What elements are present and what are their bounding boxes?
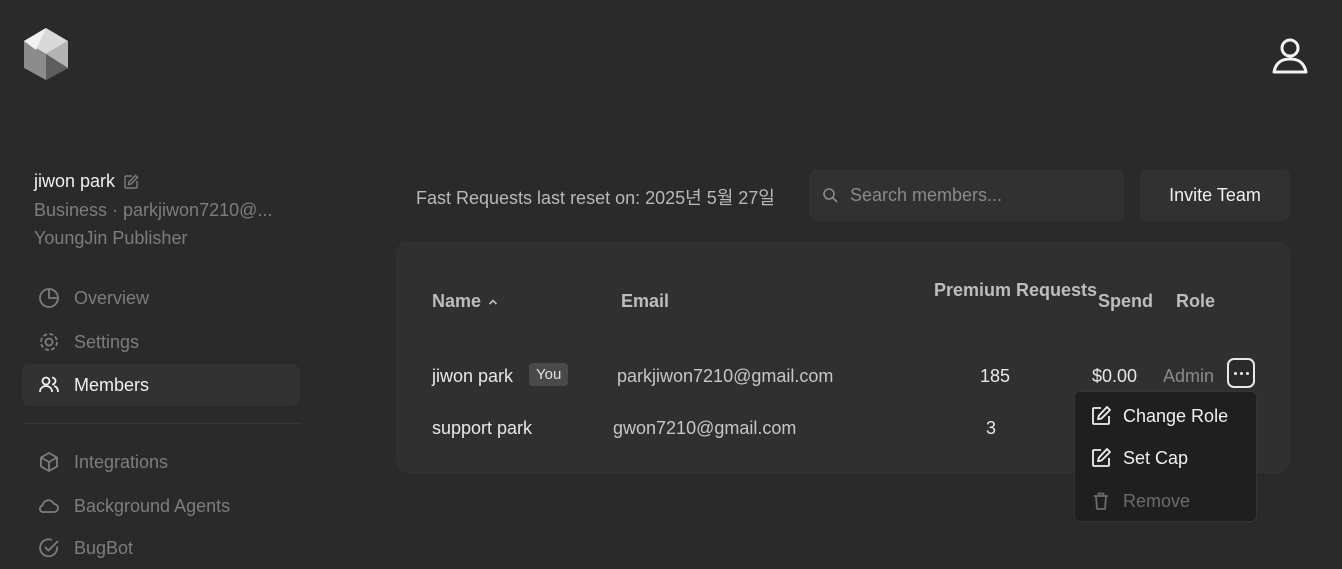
member-email: parkjiwon7210@gmail.com [617,366,834,386]
sidebar-item-bugbot[interactable]: BugBot [22,527,300,569]
sidebar-item-label: BugBot [74,537,134,558]
member-email: gwon7210@gmail.com [613,418,797,438]
sidebar-item-overview[interactable]: Overview [22,277,300,319]
sidebar-item-label: Settings [74,331,140,352]
dot [1233,371,1237,375]
gear-icon [38,331,60,353]
reset-info-text: Fast Requests last reset on: 2025년 5월 27… [416,188,775,208]
check-circle-icon [38,537,60,559]
member-name: jiwon park [432,366,514,386]
chevron-up-icon [488,298,498,305]
column-header-role[interactable]: Role [1176,291,1215,312]
edit-icon[interactable] [123,174,139,190]
cube-logo [24,28,68,80]
search-input[interactable] [848,183,1112,207]
member-spend: $0.00 [1092,366,1138,386]
member-premium-requests: 185 [980,366,1011,386]
sidebar-item-members[interactable]: Members [22,364,300,406]
member-name: support park [432,418,533,438]
menu-item-label: Remove [1123,490,1191,511]
column-header-spend[interactable]: Spend [1098,291,1153,312]
sidebar-divider [22,423,300,424]
profile-plan: Business · parkjiwon7210@... [34,200,273,220]
dot [1239,371,1243,375]
menu-item-label: Set Cap [1123,447,1189,468]
sidebar-item-label: Background Agents [74,495,231,516]
edit-icon [1092,406,1111,425]
invite-team-button[interactable]: Invite Team [1140,169,1290,221]
sidebar-item-label: Members [74,374,150,395]
cloud-icon [38,495,60,517]
profile-name-row: jiwon park [34,171,139,192]
sidebar-item-integrations[interactable]: Integrations [22,441,300,483]
pie-chart-icon [38,287,60,309]
column-header-name-label: Name [432,291,482,311]
users-icon [38,374,60,396]
menu-item-set-cap[interactable]: Set Cap [1075,438,1256,478]
column-header-email[interactable]: Email [621,291,669,312]
sidebar-item-label: Integrations [74,451,169,472]
sidebar-item-background-agents[interactable]: Background Agents [22,485,300,527]
you-badge: You [529,363,569,386]
member-actions-menu: Change Role Set Cap Remove [1074,391,1257,522]
trash-icon [1094,492,1108,510]
menu-item-change-role[interactable]: Change Role [1075,396,1256,436]
box-icon [38,451,60,473]
member-premium-requests: 3 [986,418,997,438]
column-header-name[interactable]: Name [432,291,499,312]
sidebar-item-label: Overview [74,287,150,308]
member-role: Admin [1163,366,1215,386]
column-header-premium-requests[interactable]: Premium Requests [934,277,1097,303]
menu-item-remove: Remove [1075,481,1256,521]
sidebar-item-settings[interactable]: Settings [22,321,300,363]
user-icon[interactable] [1268,34,1312,78]
profile-name: jiwon park [34,171,116,191]
search-box[interactable] [809,169,1124,221]
dot [1245,371,1249,375]
edit-icon [1092,448,1111,467]
profile-org: YoungJin Publisher [34,228,188,248]
search-icon [823,188,838,203]
menu-item-label: Change Role [1123,405,1229,426]
more-actions-button[interactable] [1227,358,1255,388]
